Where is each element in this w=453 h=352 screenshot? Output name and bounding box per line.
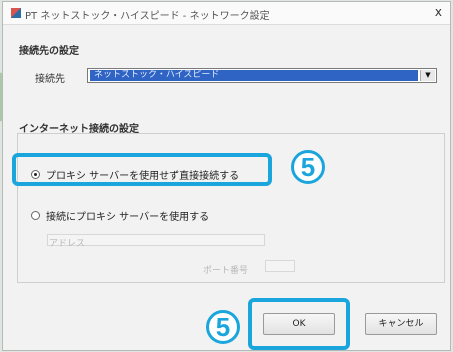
step-badge: 5 bbox=[291, 150, 325, 184]
settings-dialog: PT ネットストック・ハイスピード - ネットワーク設定 x 接続先の設定 接続… bbox=[2, 1, 451, 351]
window-title: PT ネットストック・ハイスピード - ネットワーク設定 bbox=[25, 11, 270, 22]
connection-field-label: 接続先 bbox=[35, 74, 65, 85]
ok-button[interactable]: OK bbox=[263, 313, 335, 335]
proxy-port-input bbox=[265, 260, 295, 272]
app-icon bbox=[11, 8, 21, 18]
connection-section-title: 接続先の設定 bbox=[19, 46, 79, 57]
radio-proxy-connection[interactable]: 接続にプロキシ サーバーを使用する bbox=[31, 208, 209, 223]
radio-direct-label: プロキシ サーバーを使用せず直接接続する bbox=[46, 171, 240, 182]
radio-checked-icon[interactable] bbox=[31, 170, 40, 179]
radio-direct-connection[interactable]: プロキシ サーバーを使用せず直接接続する bbox=[31, 167, 239, 182]
proxy-address-label: アドレス bbox=[49, 239, 86, 249]
cancel-button[interactable]: キャンセル bbox=[365, 313, 437, 335]
connection-select[interactable]: ネットストック・ハイスピード ▼ bbox=[87, 68, 437, 83]
radio-unchecked-icon[interactable] bbox=[31, 211, 40, 220]
connection-select-value: ネットストック・ハイスピード bbox=[90, 70, 418, 81]
title-bar: PT ネットストック・ハイスピード - ネットワーク設定 x bbox=[3, 2, 450, 25]
step-badge: 5 bbox=[206, 310, 240, 344]
radio-proxy-label: 接続にプロキシ サーバーを使用する bbox=[46, 212, 210, 223]
proxy-port-label: ポート番号 bbox=[203, 266, 249, 276]
chevron-down-icon[interactable]: ▼ bbox=[420, 70, 435, 81]
close-icon[interactable]: x bbox=[435, 5, 442, 19]
